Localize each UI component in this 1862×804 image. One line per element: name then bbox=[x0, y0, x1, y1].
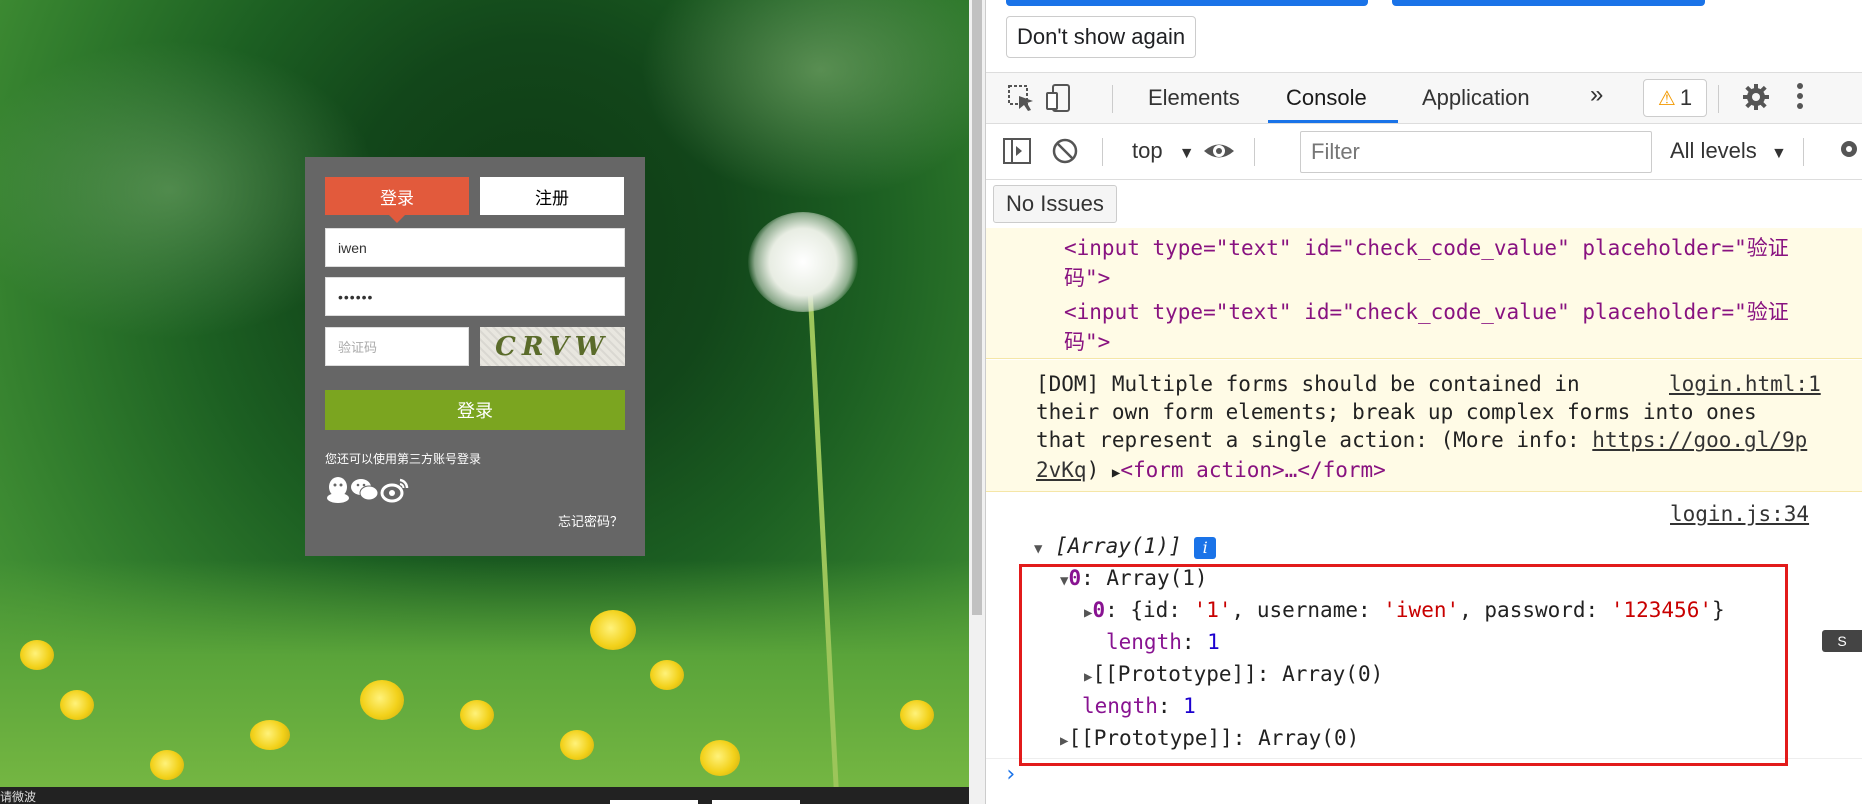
devtools-banner-button[interactable] bbox=[1006, 0, 1368, 6]
html-snippet[interactable]: <input type="text" id="check_code_value"… bbox=[1064, 236, 1789, 260]
third-party-login-text: 您还可以使用第三方账号登录 bbox=[325, 452, 482, 466]
dandelion-image bbox=[748, 212, 858, 312]
webpage-viewport: 登录 注册 iwen •••••• 验证码 CRVW 登录 您还可以使用第三方账… bbox=[0, 0, 969, 804]
status-text: 请微波 bbox=[0, 790, 37, 804]
flower-image bbox=[590, 610, 636, 650]
log-levels-dropdown[interactable]: All levels ▼ bbox=[1670, 138, 1787, 164]
dont-show-again-button[interactable]: Don't show again bbox=[1006, 16, 1197, 58]
live-expression-eye-icon[interactable] bbox=[1202, 136, 1236, 173]
tab-application[interactable]: Application bbox=[1422, 85, 1530, 111]
warning-count-badge[interactable]: ⚠ 1 bbox=[1643, 79, 1707, 117]
toolbar-divider bbox=[1102, 138, 1103, 166]
flower-image bbox=[250, 720, 290, 750]
password-input[interactable]: •••••• bbox=[325, 277, 625, 316]
active-tab-indicator bbox=[1268, 120, 1398, 123]
username-input[interactable]: iwen bbox=[325, 228, 625, 267]
login-submit-button[interactable]: 登录 bbox=[325, 390, 625, 430]
source-link[interactable]: login.html:1 bbox=[1669, 372, 1821, 396]
console-line: <input type="text" id="check_code_value"… bbox=[1064, 232, 1789, 262]
devtools-tabbar: Elements Console Application » bbox=[986, 72, 1862, 124]
flower-image bbox=[150, 750, 184, 780]
console-line: <input type="text" id="check_code_value"… bbox=[1064, 296, 1789, 326]
more-info-link[interactable]: https://goo.gl/9p bbox=[1592, 428, 1807, 452]
console-line: their own form elements; break up comple… bbox=[1036, 400, 1757, 424]
console-line: 2vKq) ▶<form action>…</form> bbox=[1036, 458, 1386, 482]
wechat-icon[interactable] bbox=[350, 475, 380, 505]
console-warning-row: [DOM] Multiple forms should be contained… bbox=[986, 360, 1862, 492]
issues-button[interactable]: No Issues bbox=[993, 185, 1117, 223]
html-snippet[interactable]: <input type="text" id="check_code_value"… bbox=[1064, 300, 1789, 324]
captcha-input[interactable]: 验证码 bbox=[325, 327, 469, 366]
red-highlight-annotation bbox=[1019, 564, 1788, 766]
more-info-link[interactable]: 2vKq bbox=[1036, 458, 1087, 482]
chevron-down-icon: ▼ bbox=[1770, 145, 1787, 162]
info-icon[interactable]: i bbox=[1194, 537, 1217, 559]
forgot-password-link[interactable]: 忘记密码？ bbox=[558, 511, 623, 530]
context-selector[interactable]: top ▼ bbox=[1132, 138, 1195, 164]
console-text: ) bbox=[1086, 458, 1112, 482]
chevron-down-icon: ▼ bbox=[1178, 145, 1195, 162]
tab-login[interactable]: 登录 bbox=[325, 177, 469, 223]
weibo-icon[interactable] bbox=[380, 475, 410, 505]
side-badge-icon[interactable]: S bbox=[1822, 630, 1862, 652]
flower-image bbox=[20, 640, 54, 670]
console-line: [DOM] Multiple forms should be contained… bbox=[1036, 372, 1580, 396]
expand-triangle-icon[interactable]: ▼ bbox=[1034, 541, 1042, 557]
tab-elements[interactable]: Elements bbox=[1148, 85, 1240, 111]
page-scrollbar-thumb[interactable] bbox=[972, 0, 982, 615]
flower-image bbox=[60, 690, 94, 720]
console-line: that represent a single action: (More in… bbox=[1036, 428, 1807, 452]
toolbar-divider bbox=[1803, 138, 1804, 166]
console-filter-input[interactable]: Filter bbox=[1300, 131, 1652, 173]
captcha-text: CRVW bbox=[495, 331, 610, 362]
source-link[interactable]: login.js:34 bbox=[1670, 502, 1809, 526]
login-panel: 登录 注册 iwen •••••• 验证码 CRVW 登录 您还可以使用第三方账… bbox=[305, 157, 645, 556]
flower-image bbox=[900, 700, 934, 730]
log-array-header[interactable]: ▼ [Array(1)] i bbox=[1034, 534, 1217, 559]
tab-register[interactable]: 注册 bbox=[480, 177, 624, 215]
captcha-image[interactable]: CRVW bbox=[480, 327, 625, 366]
background-blur bbox=[640, 0, 969, 200]
status-button[interactable] bbox=[712, 800, 800, 804]
inspect-element-icon[interactable] bbox=[1006, 83, 1036, 120]
toolbar-divider bbox=[1254, 138, 1255, 166]
console-prompt[interactable]: › bbox=[1004, 762, 1017, 787]
warning-count: 1 bbox=[1679, 85, 1693, 110]
devtools-banner-button[interactable] bbox=[1392, 0, 1705, 6]
more-tabs-button[interactable]: » bbox=[1590, 81, 1603, 109]
levels-label: All levels bbox=[1670, 138, 1757, 163]
console-line: 码"> bbox=[1064, 326, 1110, 356]
form-element-snippet[interactable]: <form action>…</form> bbox=[1120, 458, 1386, 482]
html-snippet[interactable]: 码"> bbox=[1064, 330, 1110, 354]
console-text: that represent a single action: (More in… bbox=[1036, 428, 1593, 452]
html-snippet[interactable]: 码"> bbox=[1064, 266, 1110, 290]
array-summary: [Array(1)] bbox=[1055, 534, 1182, 558]
clear-console-icon[interactable] bbox=[1050, 136, 1080, 173]
console-line: 码"> bbox=[1064, 262, 1110, 292]
qq-icon[interactable] bbox=[323, 475, 353, 505]
tab-console[interactable]: Console bbox=[1286, 85, 1367, 111]
flower-image bbox=[460, 700, 494, 730]
flower-image bbox=[700, 740, 740, 776]
status-button[interactable] bbox=[610, 800, 698, 804]
sidebar-toggle-icon[interactable] bbox=[1002, 136, 1032, 173]
context-label: top bbox=[1132, 138, 1163, 163]
console-warning-row: <input type="text" id="check_code_value"… bbox=[986, 228, 1862, 359]
console-settings-icon[interactable] bbox=[1834, 134, 1862, 171]
flower-image bbox=[560, 730, 594, 760]
settings-gear-icon[interactable] bbox=[1740, 81, 1772, 120]
toolbar-divider bbox=[1112, 85, 1113, 113]
more-options-icon[interactable] bbox=[1794, 79, 1806, 120]
page-status-bar: 请微波 bbox=[0, 787, 969, 804]
device-toolbar-icon[interactable] bbox=[1044, 83, 1074, 120]
toolbar-divider bbox=[1718, 85, 1719, 113]
warning-icon: ⚠ bbox=[1657, 87, 1676, 110]
flower-image bbox=[360, 680, 404, 720]
flower-image bbox=[650, 660, 684, 690]
